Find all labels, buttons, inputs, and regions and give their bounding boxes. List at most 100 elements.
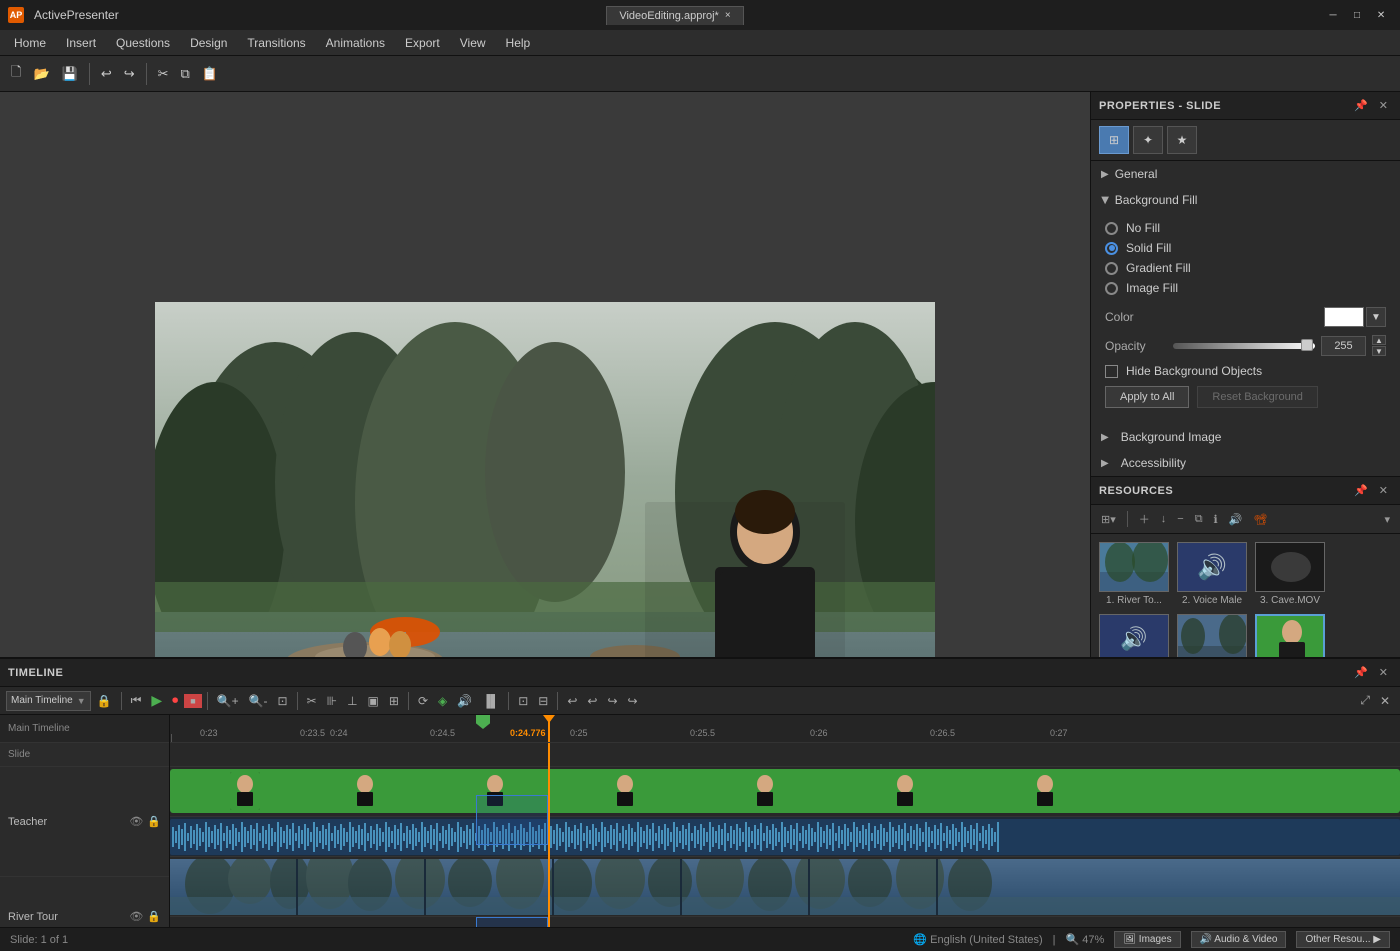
- color-dropper-button[interactable]: ▼: [1366, 307, 1386, 327]
- resource-item-2[interactable]: 🔊 2. Voice Male: [1177, 542, 1247, 606]
- resource-item-1[interactable]: 1. River To...: [1099, 542, 1169, 606]
- timeline-record-button[interactable]: ⏺: [168, 691, 182, 710]
- audio-clip[interactable]: [170, 819, 1400, 855]
- reset-background-button[interactable]: Reset Background: [1197, 386, 1318, 408]
- accessibility-section[interactable]: ▶ Accessibility: [1091, 450, 1400, 476]
- hide-bg-objects-item[interactable]: Hide Background Objects: [1105, 364, 1386, 378]
- timeline-cut-button[interactable]: ✂: [303, 692, 321, 710]
- timeline-pin-button[interactable]: 📌: [1350, 664, 1372, 681]
- timeline-zoom-in-button[interactable]: 🔍+: [213, 692, 243, 710]
- background-image-section[interactable]: ▶ Background Image: [1091, 424, 1400, 450]
- color-swatch[interactable]: [1324, 307, 1364, 327]
- resources-duplicate-button[interactable]: ⧉: [1191, 511, 1207, 528]
- menu-transitions[interactable]: Transitions: [237, 33, 315, 53]
- teacher-video-clip[interactable]: [170, 769, 1400, 813]
- opacity-down-button[interactable]: ▼: [1372, 346, 1386, 356]
- hide-bg-objects-checkbox[interactable]: [1105, 365, 1118, 378]
- resources-grid-view-button[interactable]: ⊞▾: [1097, 511, 1120, 528]
- timeline-bars-button[interactable]: ▐▌: [478, 692, 503, 710]
- menu-design[interactable]: Design: [180, 33, 237, 53]
- timeline-undo-button[interactable]: ↩: [563, 692, 581, 710]
- no-fill-option[interactable]: No Fill: [1105, 221, 1386, 235]
- tab-effects[interactable]: ★: [1167, 126, 1197, 154]
- menu-animations[interactable]: Animations: [316, 33, 395, 53]
- timeline-undo2-button[interactable]: ↩: [583, 692, 601, 710]
- river-lock-icon[interactable]: 🔒: [147, 910, 161, 923]
- timeline-effect-button[interactable]: ⟳: [414, 692, 432, 710]
- solid-fill-radio[interactable]: [1105, 242, 1118, 255]
- menu-insert[interactable]: Insert: [56, 33, 106, 53]
- new-button[interactable]: 🗋: [6, 60, 26, 88]
- opacity-up-button[interactable]: ▲: [1372, 335, 1386, 345]
- solid-fill-option[interactable]: Solid Fill: [1105, 241, 1386, 255]
- background-fill-header[interactable]: ▶ Background Fill: [1091, 187, 1400, 213]
- river-eye-icon[interactable]: 👁: [129, 910, 143, 923]
- resources-more-button[interactable]: ▾: [1380, 511, 1394, 528]
- timeline-expand-button[interactable]: ⤢: [1356, 691, 1374, 710]
- resources-info-button[interactable]: ℹ: [1210, 511, 1222, 528]
- resources-pin-button[interactable]: 📌: [1350, 482, 1372, 499]
- timeline-settings-button[interactable]: ✕: [1376, 692, 1394, 710]
- cut-button[interactable]: ✂: [153, 63, 174, 85]
- menu-view[interactable]: View: [450, 33, 496, 53]
- timeline-ungroup-button[interactable]: ⊞: [385, 692, 403, 710]
- properties-pin-button[interactable]: 📌: [1350, 97, 1372, 114]
- resources-add-button[interactable]: ＋: [1135, 509, 1154, 529]
- resources-video-button[interactable]: 📽: [1249, 511, 1271, 528]
- timeline-group-button[interactable]: ▣: [364, 692, 383, 710]
- resources-import-button[interactable]: ↓: [1157, 511, 1171, 527]
- no-fill-radio[interactable]: [1105, 222, 1118, 235]
- timeline-ruler[interactable]: 0:23 0:23.5 0:24 0:24.5 0:24.776 0:25 0:…: [170, 715, 1400, 743]
- undo-button[interactable]: ↩: [96, 63, 117, 85]
- gradient-fill-option[interactable]: Gradient Fill: [1105, 261, 1386, 275]
- timeline-fit-button[interactable]: ⊡: [274, 692, 292, 710]
- redo-button[interactable]: ↪: [119, 63, 140, 85]
- resources-audio-button[interactable]: 🔊: [1225, 511, 1247, 528]
- river-video-clip[interactable]: [170, 859, 1400, 915]
- menu-export[interactable]: Export: [395, 33, 450, 53]
- timeline-lock-button[interactable]: 🔒: [93, 692, 116, 710]
- timeline-marker-button[interactable]: ⊡: [514, 692, 532, 710]
- resource-item-3[interactable]: 3. Cave.MOV: [1255, 542, 1325, 606]
- timeline-play-button[interactable]: ▶: [147, 690, 166, 711]
- general-section-header[interactable]: ▶ General: [1091, 161, 1400, 187]
- gradient-fill-radio[interactable]: [1105, 262, 1118, 275]
- image-fill-option[interactable]: Image Fill: [1105, 281, 1386, 295]
- menu-questions[interactable]: Questions: [106, 33, 180, 53]
- teacher-lock-icon[interactable]: 🔒: [147, 815, 161, 828]
- file-tab[interactable]: VideoEditing.approj* ×: [606, 6, 743, 25]
- timeline-join-button[interactable]: ⊥: [343, 692, 361, 710]
- menu-help[interactable]: Help: [496, 33, 541, 53]
- close-tab-icon[interactable]: ×: [725, 10, 731, 21]
- timeline-to-start-button[interactable]: ⏮: [127, 691, 146, 710]
- timeline-redo-button[interactable]: ↪: [603, 692, 621, 710]
- timeline-chroma-button[interactable]: ◈: [434, 692, 451, 710]
- save-button[interactable]: 💾: [57, 63, 83, 85]
- close-button[interactable]: ✕: [1370, 6, 1392, 24]
- images-tab[interactable]: 🖼 Images: [1114, 931, 1180, 948]
- timeline-volume-button[interactable]: 🔊: [453, 692, 476, 710]
- properties-close-button[interactable]: ✕: [1375, 97, 1392, 114]
- copy-button[interactable]: ⧉: [176, 63, 195, 85]
- maximize-button[interactable]: □: [1346, 6, 1368, 24]
- main-timeline-selector[interactable]: Main Timeline ▼: [6, 691, 91, 711]
- minimize-button[interactable]: ─: [1322, 6, 1344, 24]
- timeline-zoom-out-button[interactable]: 🔍-: [245, 692, 272, 710]
- opacity-value-input[interactable]: 255: [1321, 336, 1366, 356]
- teacher-eye-icon[interactable]: 👁: [129, 815, 143, 828]
- menu-home[interactable]: Home: [4, 33, 56, 53]
- other-resources-tab[interactable]: Other Resou... ▶: [1296, 931, 1390, 948]
- timeline-caption-button[interactable]: ⊟: [534, 692, 552, 710]
- timeline-close-button[interactable]: ✕: [1375, 664, 1392, 681]
- timeline-stop-button[interactable]: ■: [184, 694, 201, 708]
- tab-animation[interactable]: ✦: [1133, 126, 1163, 154]
- apply-to-all-button[interactable]: Apply to All: [1105, 386, 1189, 408]
- opacity-handle[interactable]: [1301, 339, 1313, 351]
- opacity-slider[interactable]: [1173, 343, 1315, 349]
- open-button[interactable]: 📂: [28, 63, 54, 85]
- resources-delete-button[interactable]: −: [1173, 511, 1187, 527]
- timeline-split-button[interactable]: ⊪: [323, 692, 341, 710]
- timeline-redo2-button[interactable]: ↪: [624, 692, 642, 710]
- paste-button[interactable]: 📋: [197, 63, 223, 85]
- resources-close-button[interactable]: ✕: [1375, 482, 1392, 499]
